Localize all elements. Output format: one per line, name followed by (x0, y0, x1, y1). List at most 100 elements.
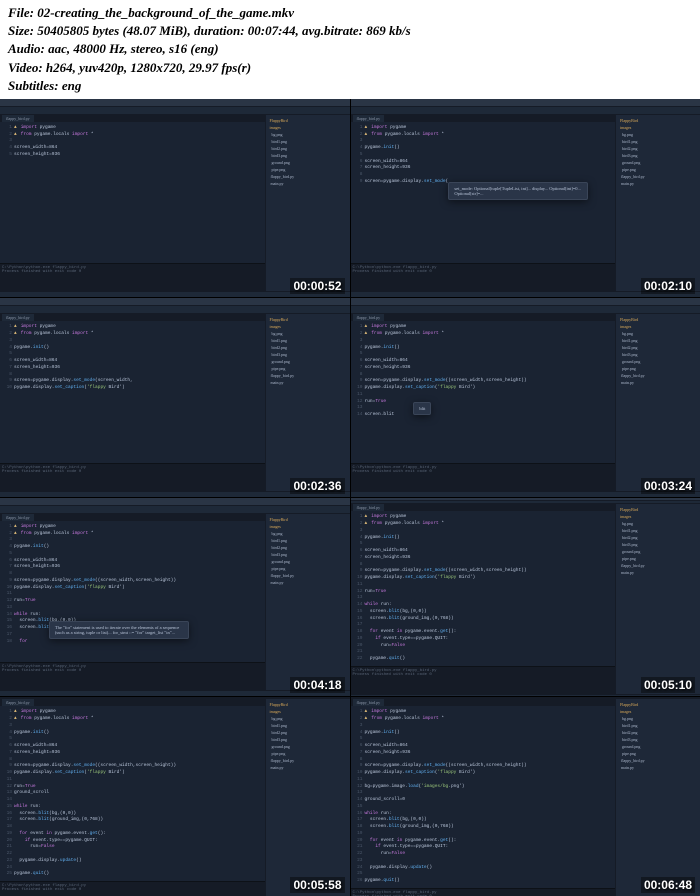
tree-item[interactable]: ground.png (268, 558, 348, 565)
tree-item[interactable]: flappy_bird.py (618, 757, 698, 764)
tree-item[interactable]: bird1.png (268, 138, 348, 145)
tree-item[interactable]: bird3.png (268, 551, 348, 558)
tree-item[interactable]: bird2.png (268, 145, 348, 152)
tree-item[interactable]: flappy_bird.py (618, 372, 698, 379)
tree-item[interactable]: pipe.png (618, 750, 698, 757)
tree-item[interactable]: bg.png (618, 715, 698, 722)
editor-tabs[interactable]: flappy_bird.py (0, 115, 265, 122)
editor-tabs[interactable]: flappy_bird.py (0, 699, 265, 706)
tree-item[interactable]: flappy_bird.py (618, 562, 698, 569)
tab[interactable]: flappy_bird.py (353, 699, 385, 706)
tree-item[interactable]: images (268, 523, 348, 530)
project-tree[interactable]: FlappyBirdimages bg.png bird1.png bird2.… (265, 514, 350, 691)
tree-item[interactable]: bird2.png (268, 729, 348, 736)
tree-item[interactable]: FlappyBird (618, 316, 698, 323)
terminal[interactable]: C:\Python\python.exe flappy_bird.pyProce… (0, 463, 265, 491)
project-tree[interactable]: FlappyBirdimages bg.png bird1.png bird2.… (615, 699, 700, 896)
menubar[interactable] (351, 99, 700, 107)
terminal[interactable]: C:\Python\python.exe flappy_bird.pyProce… (0, 662, 265, 690)
project-tree[interactable]: FlappyBirdimages bg.png bird1.png bird2.… (265, 115, 350, 292)
project-tree[interactable]: FlappyBirdimages bg.png bird1.png bird2.… (615, 504, 700, 694)
tree-item[interactable]: pipe.png (618, 365, 698, 372)
tree-item[interactable]: ground.png (268, 358, 348, 365)
tree-item[interactable]: images (618, 708, 698, 715)
code-area[interactable]: 1▲import pygame2▲from pygame.locals impo… (0, 521, 265, 663)
tree-item[interactable]: bird3.png (618, 541, 698, 548)
tree-item[interactable]: flappy_bird.py (268, 572, 348, 579)
tree-item[interactable]: main.py (618, 180, 698, 187)
tree-item[interactable]: bird1.png (618, 527, 698, 534)
toolbar[interactable] (0, 107, 350, 115)
editor-tabs[interactable]: flappy_bird.py (351, 504, 616, 511)
terminal[interactable]: C:\Python\python.exe flappy_bird.pyProce… (351, 666, 616, 694)
terminal[interactable]: C:\Python\python.exe flappy_bird.pyProce… (351, 888, 616, 896)
tree-item[interactable]: bg.png (618, 131, 698, 138)
tree-item[interactable]: ground.png (268, 743, 348, 750)
terminal[interactable]: C:\Python\python.exe flappy_bird.pyProce… (0, 263, 265, 291)
tree-item[interactable]: bird3.png (268, 736, 348, 743)
tree-item[interactable]: main.py (618, 569, 698, 576)
tab[interactable]: flappy_bird.py (2, 115, 34, 122)
tree-item[interactable]: bird3.png (268, 152, 348, 159)
tree-item[interactable]: ground.png (618, 159, 698, 166)
tree-item[interactable]: flappy_bird.py (618, 173, 698, 180)
project-tree[interactable]: FlappyBirdimages bg.png bird1.png bird2.… (265, 314, 350, 491)
terminal[interactable]: C:\Python\python.exe flappy_bird.pyProce… (351, 263, 616, 291)
tree-item[interactable]: bird1.png (268, 722, 348, 729)
tree-item[interactable]: bird2.png (268, 544, 348, 551)
editor-tabs[interactable]: flappy_bird.py (351, 115, 616, 122)
tree-item[interactable]: FlappyBird (268, 516, 348, 523)
tree-item[interactable]: bird3.png (268, 351, 348, 358)
tree-item[interactable]: main.py (268, 379, 348, 386)
tree-item[interactable]: main.py (268, 764, 348, 771)
tree-item[interactable]: bird2.png (618, 729, 698, 736)
menubar[interactable] (0, 498, 350, 506)
tab[interactable]: flappy_bird.py (353, 314, 385, 321)
tab[interactable]: flappy_bird.py (2, 314, 34, 321)
tree-item[interactable]: FlappyBird (618, 506, 698, 513)
tree-item[interactable]: pipe.png (268, 750, 348, 757)
tree-item[interactable]: bg.png (268, 530, 348, 537)
tree-item[interactable]: bird1.png (618, 722, 698, 729)
tree-item[interactable]: main.py (618, 764, 698, 771)
toolbar[interactable] (0, 506, 350, 514)
tree-item[interactable]: flappy_bird.py (268, 757, 348, 764)
tree-item[interactable]: pipe.png (268, 166, 348, 173)
tree-item[interactable]: pipe.png (618, 555, 698, 562)
code-area[interactable]: 1▲import pygame2▲from pygame.locals impo… (0, 706, 265, 881)
tree-item[interactable]: bg.png (618, 330, 698, 337)
editor-tabs[interactable]: flappy_bird.py (0, 314, 265, 321)
tree-item[interactable]: bird3.png (618, 736, 698, 743)
tree-item[interactable]: bird3.png (618, 152, 698, 159)
tree-item[interactable]: bird2.png (618, 145, 698, 152)
tree-item[interactable]: pipe.png (268, 365, 348, 372)
tree-item[interactable]: ground.png (618, 743, 698, 750)
tree-item[interactable]: FlappyBird (268, 316, 348, 323)
editor-tabs[interactable]: flappy_bird.py (351, 699, 616, 706)
tree-item[interactable]: main.py (268, 180, 348, 187)
menubar[interactable] (351, 298, 700, 306)
tree-item[interactable]: images (268, 708, 348, 715)
project-tree[interactable]: FlappyBirdimages bg.png bird1.png bird2.… (265, 699, 350, 896)
tree-item[interactable]: flappy_bird.py (268, 173, 348, 180)
toolbar[interactable] (0, 306, 350, 314)
tree-item[interactable]: bird2.png (618, 344, 698, 351)
tree-item[interactable]: bird1.png (618, 337, 698, 344)
tree-item[interactable]: bird1.png (268, 337, 348, 344)
tree-item[interactable]: FlappyBird (268, 117, 348, 124)
tree-item[interactable]: ground.png (268, 159, 348, 166)
terminal[interactable]: C:\Python\python.exe flappy_bird.pyProce… (351, 463, 616, 491)
tree-item[interactable]: bird1.png (618, 138, 698, 145)
tree-item[interactable]: bird2.png (618, 534, 698, 541)
tree-item[interactable]: bg.png (268, 715, 348, 722)
tree-item[interactable]: FlappyBird (268, 701, 348, 708)
tree-item[interactable]: main.py (268, 579, 348, 586)
tree-item[interactable]: images (268, 124, 348, 131)
tab[interactable]: flappy_bird.py (2, 514, 34, 521)
toolbar[interactable] (351, 107, 700, 115)
tree-item[interactable]: ground.png (618, 548, 698, 555)
editor-tabs[interactable]: flappy_bird.py (351, 314, 616, 321)
menubar[interactable] (0, 298, 350, 306)
tree-item[interactable]: images (618, 124, 698, 131)
code-area[interactable]: 1▲import pygame2▲from pygame.locals impo… (351, 706, 616, 888)
